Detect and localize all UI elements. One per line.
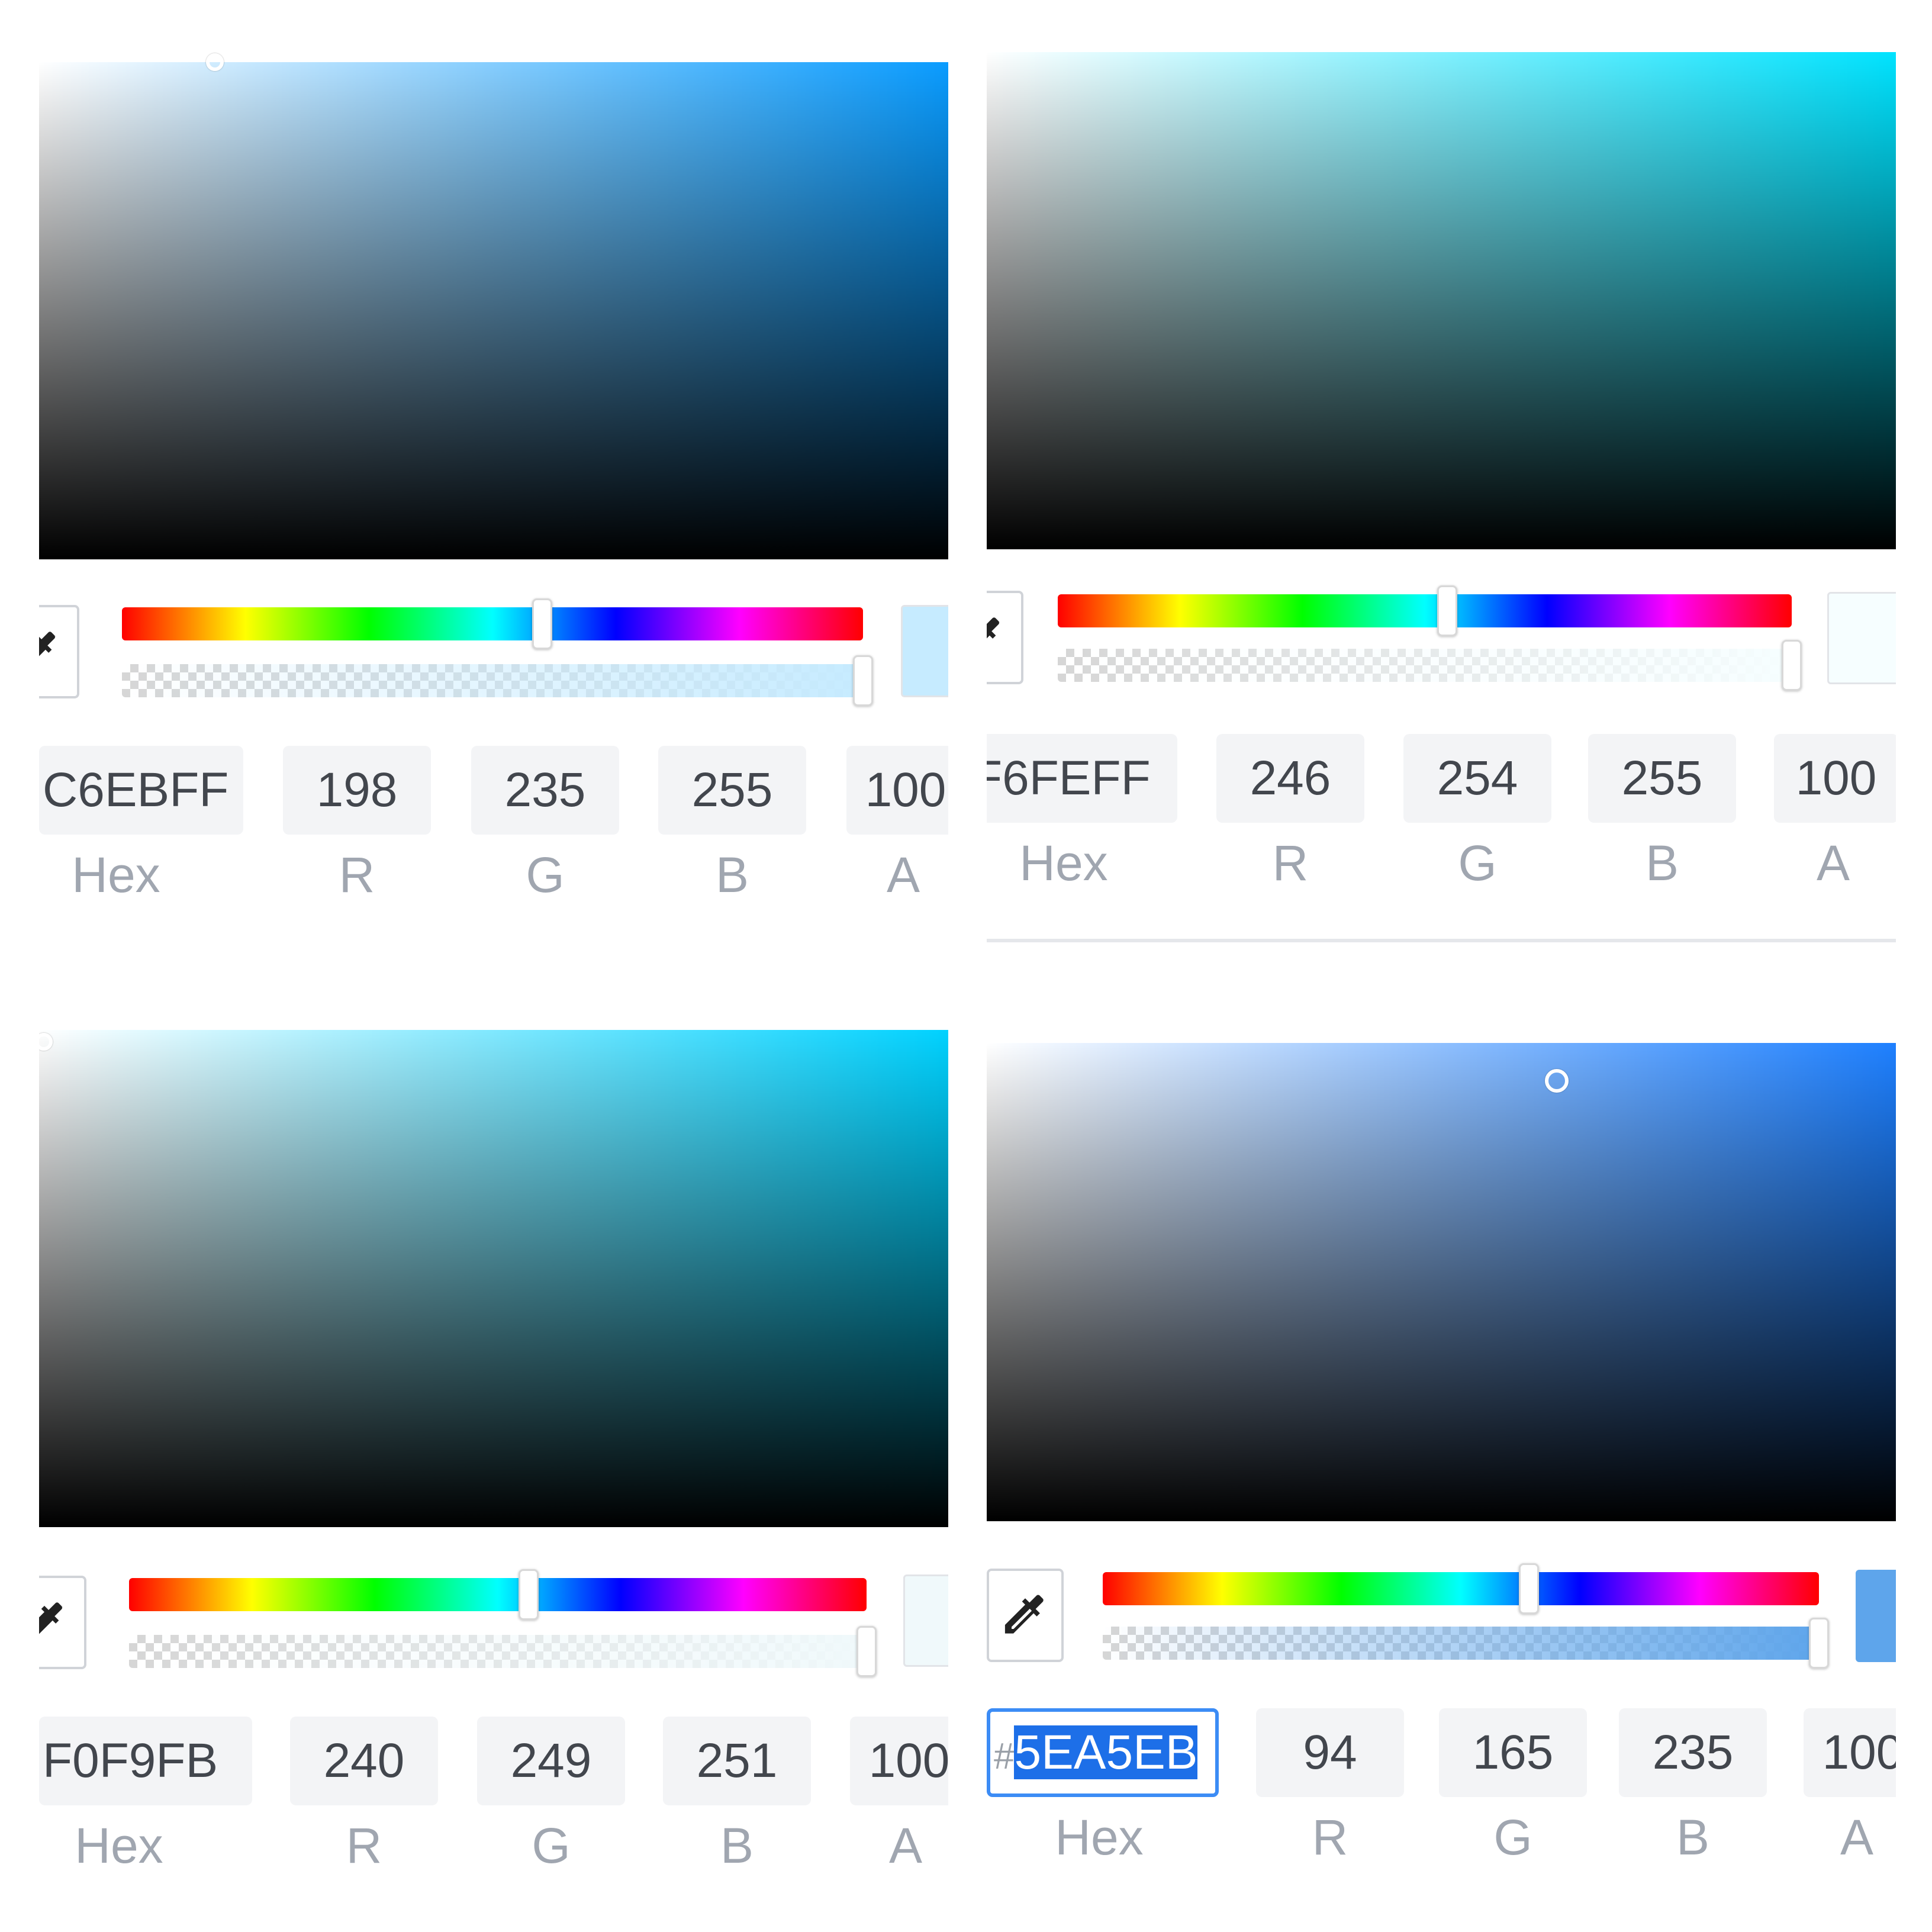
g-label: G xyxy=(526,847,565,900)
g-label: G xyxy=(532,1818,571,1873)
hue-slider-thumb[interactable] xyxy=(1519,1563,1539,1614)
eyedropper-icon xyxy=(39,1596,71,1649)
color-picker-4: #5EA5EB 94 165 235 100 Hex R G B A xyxy=(987,1006,1896,1894)
g-input[interactable]: 254 xyxy=(1403,734,1551,823)
eyedropper-button[interactable] xyxy=(39,605,79,698)
a-label: A xyxy=(886,847,920,900)
b-input[interactable]: 255 xyxy=(658,746,806,835)
b-label: B xyxy=(1645,835,1679,891)
eyedropper-button[interactable] xyxy=(39,1576,86,1669)
color-picker-3: F0F9FB 240 249 251 100 Hex R G B A xyxy=(39,1006,948,1894)
hex-input[interactable]: F0F9FB xyxy=(39,1717,252,1805)
hex-input[interactable]: F6FEFF xyxy=(987,734,1177,823)
a-label: A xyxy=(888,1818,923,1873)
r-label: R xyxy=(1272,835,1309,891)
saturation-cursor[interactable] xyxy=(1545,1069,1569,1093)
alpha-slider[interactable] xyxy=(1058,640,1802,691)
b-input[interactable]: 251 xyxy=(663,1717,811,1805)
alpha-slider-thumb[interactable] xyxy=(853,655,873,706)
hue-slider-thumb[interactable] xyxy=(532,598,552,649)
color-preview-swatch xyxy=(1827,592,1896,684)
r-input[interactable]: 94 xyxy=(1256,1708,1404,1797)
color-picker-2: F6FEFF 246 254 255 100 Hex R G B A xyxy=(987,36,1896,959)
a-input[interactable]: 100 xyxy=(846,746,948,835)
hue-slider-thumb[interactable] xyxy=(519,1569,539,1620)
hex-label: Hex xyxy=(1055,1809,1144,1865)
alpha-slider-thumb[interactable] xyxy=(856,1626,877,1677)
saturation-brightness-area[interactable] xyxy=(39,53,948,559)
color-preview-swatch xyxy=(901,605,948,697)
alpha-slider-thumb[interactable] xyxy=(1782,640,1802,691)
b-input[interactable]: 235 xyxy=(1619,1708,1767,1797)
hex-input[interactable]: #5EA5EB xyxy=(987,1708,1219,1797)
g-input[interactable]: 249 xyxy=(477,1717,625,1805)
hex-label: Hex xyxy=(72,847,160,900)
alpha-slider[interactable] xyxy=(1103,1618,1829,1669)
color-preview-swatch xyxy=(903,1574,948,1667)
hex-label: Hex xyxy=(1019,835,1108,891)
r-label: R xyxy=(346,1818,382,1873)
a-input[interactable]: 100 xyxy=(850,1717,948,1805)
saturation-brightness-area[interactable] xyxy=(987,1043,1896,1521)
alpha-slider-thumb[interactable] xyxy=(1809,1618,1829,1669)
eyedropper-icon xyxy=(39,625,64,678)
hex-prefix: # xyxy=(994,1736,1015,1777)
saturation-brightness-area[interactable] xyxy=(987,52,1896,549)
a-label: A xyxy=(1816,835,1850,891)
saturation-brightness-area[interactable] xyxy=(39,1030,948,1527)
color-picker-1: C6EBFF 198 235 255 100 Hex R G B A xyxy=(39,36,948,900)
r-input[interactable]: 198 xyxy=(283,746,431,835)
a-input[interactable]: 100 xyxy=(1804,1708,1896,1797)
hue-slider[interactable] xyxy=(129,1569,867,1620)
b-label: B xyxy=(720,1818,754,1873)
hue-slider[interactable] xyxy=(122,598,863,649)
hue-slider[interactable] xyxy=(1058,585,1792,636)
hex-input[interactable]: C6EBFF xyxy=(39,746,243,835)
saturation-cursor[interactable] xyxy=(206,53,224,71)
b-label: B xyxy=(1676,1809,1710,1865)
r-input[interactable]: 240 xyxy=(290,1717,438,1805)
alpha-slider[interactable] xyxy=(129,1626,877,1677)
hue-slider[interactable] xyxy=(1103,1563,1819,1614)
g-input[interactable]: 235 xyxy=(471,746,619,835)
a-label: A xyxy=(1840,1809,1874,1865)
g-label: G xyxy=(1493,1809,1532,1865)
divider xyxy=(987,939,1896,942)
r-label: R xyxy=(1312,1809,1348,1865)
r-label: R xyxy=(339,847,375,900)
b-input[interactable]: 255 xyxy=(1588,734,1736,823)
hue-slider-thumb[interactable] xyxy=(1437,585,1457,636)
alpha-slider[interactable] xyxy=(122,655,873,706)
g-label: G xyxy=(1458,835,1497,891)
r-input[interactable]: 246 xyxy=(1216,734,1364,823)
b-label: B xyxy=(715,847,749,900)
color-preview-swatch xyxy=(1856,1570,1896,1662)
eyedropper-button[interactable] xyxy=(987,1569,1064,1662)
hex-label: Hex xyxy=(75,1818,163,1873)
eyedropper-button[interactable] xyxy=(987,591,1023,684)
eyedropper-icon xyxy=(998,1588,1052,1643)
hex-selected-text: 5EA5EB xyxy=(1014,1725,1198,1779)
eyedropper-icon xyxy=(987,611,1008,664)
a-input[interactable]: 100 xyxy=(1774,734,1896,823)
g-input[interactable]: 165 xyxy=(1439,1708,1587,1797)
